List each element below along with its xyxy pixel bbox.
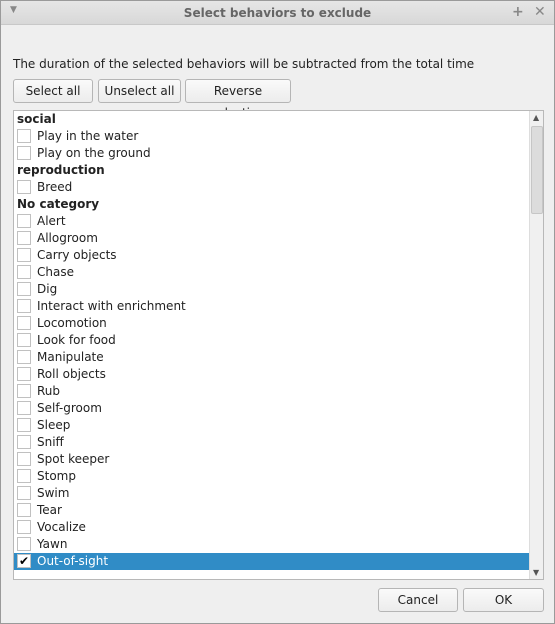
- list-item[interactable]: Sleep: [14, 417, 529, 434]
- cancel-button[interactable]: Cancel: [378, 588, 458, 612]
- item-label: Breed: [37, 180, 73, 194]
- category-header: reproduction: [17, 163, 105, 177]
- list-item[interactable]: Locomotion: [14, 315, 529, 332]
- list-item[interactable]: Look for food: [14, 332, 529, 349]
- ok-button[interactable]: OK: [463, 588, 544, 612]
- checkbox[interactable]: [17, 401, 31, 415]
- category-header: No category: [17, 197, 100, 211]
- checkbox[interactable]: [17, 367, 31, 381]
- checkbox[interactable]: [17, 299, 31, 313]
- list-item[interactable]: Alert: [14, 213, 529, 230]
- item-label: Sniff: [37, 435, 64, 449]
- window-title: Select behaviors to exclude: [183, 6, 372, 20]
- select-all-button[interactable]: Select all: [13, 79, 93, 103]
- list-item[interactable]: Roll objects: [14, 366, 529, 383]
- maximize-icon[interactable]: +: [512, 4, 524, 20]
- checkbox[interactable]: [17, 520, 31, 534]
- reverse-selection-button[interactable]: Reverse selection: [185, 79, 291, 120]
- checkbox[interactable]: ✔: [17, 554, 31, 568]
- item-label: Carry objects: [37, 248, 117, 262]
- item-label: Yawn: [37, 537, 68, 551]
- list-item[interactable]: Allogroom: [14, 230, 529, 247]
- list-item[interactable]: Vocalize: [14, 519, 529, 536]
- checkbox[interactable]: [17, 452, 31, 466]
- checkbox[interactable]: [17, 231, 31, 245]
- list-item[interactable]: Stomp: [14, 468, 529, 485]
- list-item[interactable]: ✔ Out-of-sight: [14, 553, 529, 570]
- item-label: Rub: [37, 384, 61, 398]
- list-item[interactable]: Tear: [14, 502, 529, 519]
- checkbox[interactable]: [17, 486, 31, 500]
- item-label: Dig: [37, 282, 58, 296]
- item-label: Look for food: [37, 333, 116, 347]
- item-label: Out-of-sight: [37, 554, 109, 568]
- list-item[interactable]: Manipulate: [14, 349, 529, 366]
- list-item[interactable]: Rub: [14, 383, 529, 400]
- item-label: Interact with enrichment: [37, 299, 186, 313]
- checkbox[interactable]: [17, 214, 31, 228]
- list-item[interactable]: Play on the ground: [14, 145, 529, 162]
- list-item[interactable]: Chase: [14, 264, 529, 281]
- list-item[interactable]: Play in the water: [14, 128, 529, 145]
- checkbox[interactable]: [17, 469, 31, 483]
- scrollbar-thumb[interactable]: [531, 126, 543, 214]
- checkbox[interactable]: [17, 146, 31, 160]
- item-label: Spot keeper: [37, 452, 110, 466]
- list-item[interactable]: Self-groom: [14, 400, 529, 417]
- item-label: Play in the water: [37, 129, 139, 143]
- checkbox[interactable]: [17, 180, 31, 194]
- item-label: Self-groom: [37, 401, 102, 415]
- checkbox[interactable]: [17, 503, 31, 517]
- checkbox[interactable]: [17, 350, 31, 364]
- item-label: Locomotion: [37, 316, 107, 330]
- checkbox[interactable]: [17, 418, 31, 432]
- scroll-down-icon[interactable]: ▼: [533, 568, 539, 577]
- checkbox[interactable]: [17, 384, 31, 398]
- list-item[interactable]: Swim: [14, 485, 529, 502]
- item-label: Sleep: [37, 418, 71, 432]
- list-item[interactable]: Spot keeper: [14, 451, 529, 468]
- close-icon[interactable]: ✕: [534, 4, 546, 20]
- unselect-all-button[interactable]: Unselect all: [98, 79, 181, 103]
- scroll-up-icon[interactable]: ▲: [533, 113, 539, 122]
- checkbox[interactable]: [17, 316, 31, 330]
- checkbox[interactable]: [17, 248, 31, 262]
- item-label: Roll objects: [37, 367, 106, 381]
- checkbox[interactable]: [17, 333, 31, 347]
- title-bar: ▼ Select behaviors to exclude + ✕: [1, 1, 554, 25]
- checkbox[interactable]: [17, 537, 31, 551]
- item-label: Swim: [37, 486, 70, 500]
- vertical-scrollbar[interactable]: ▲ ▼: [529, 111, 543, 579]
- checkbox[interactable]: [17, 282, 31, 296]
- list-item[interactable]: Interact with enrichment: [14, 298, 529, 315]
- list-item[interactable]: Breed: [14, 179, 529, 196]
- item-label: Chase: [37, 265, 74, 279]
- checkbox[interactable]: [17, 435, 31, 449]
- list-item[interactable]: Dig: [14, 281, 529, 298]
- item-label: Tear: [37, 503, 62, 517]
- behavior-list[interactable]: ✔ Out-of-sight Yawn Vocalize Tear Swim Stomp Sp…: [13, 110, 544, 580]
- item-label: Play on the ground: [37, 146, 151, 160]
- category-header: social: [17, 112, 56, 126]
- item-label: Vocalize: [37, 520, 86, 534]
- item-label: Allogroom: [37, 231, 98, 245]
- item-label: Manipulate: [37, 350, 104, 364]
- checkbox[interactable]: [17, 265, 31, 279]
- item-label: Stomp: [37, 469, 76, 483]
- list-item[interactable]: Yawn: [14, 536, 529, 553]
- checkbox[interactable]: [17, 129, 31, 143]
- list-item[interactable]: Sniff: [14, 434, 529, 451]
- info-label: The duration of the selected behaviors w…: [13, 57, 475, 71]
- list-item[interactable]: Carry objects: [14, 247, 529, 264]
- item-label: Alert: [37, 214, 66, 228]
